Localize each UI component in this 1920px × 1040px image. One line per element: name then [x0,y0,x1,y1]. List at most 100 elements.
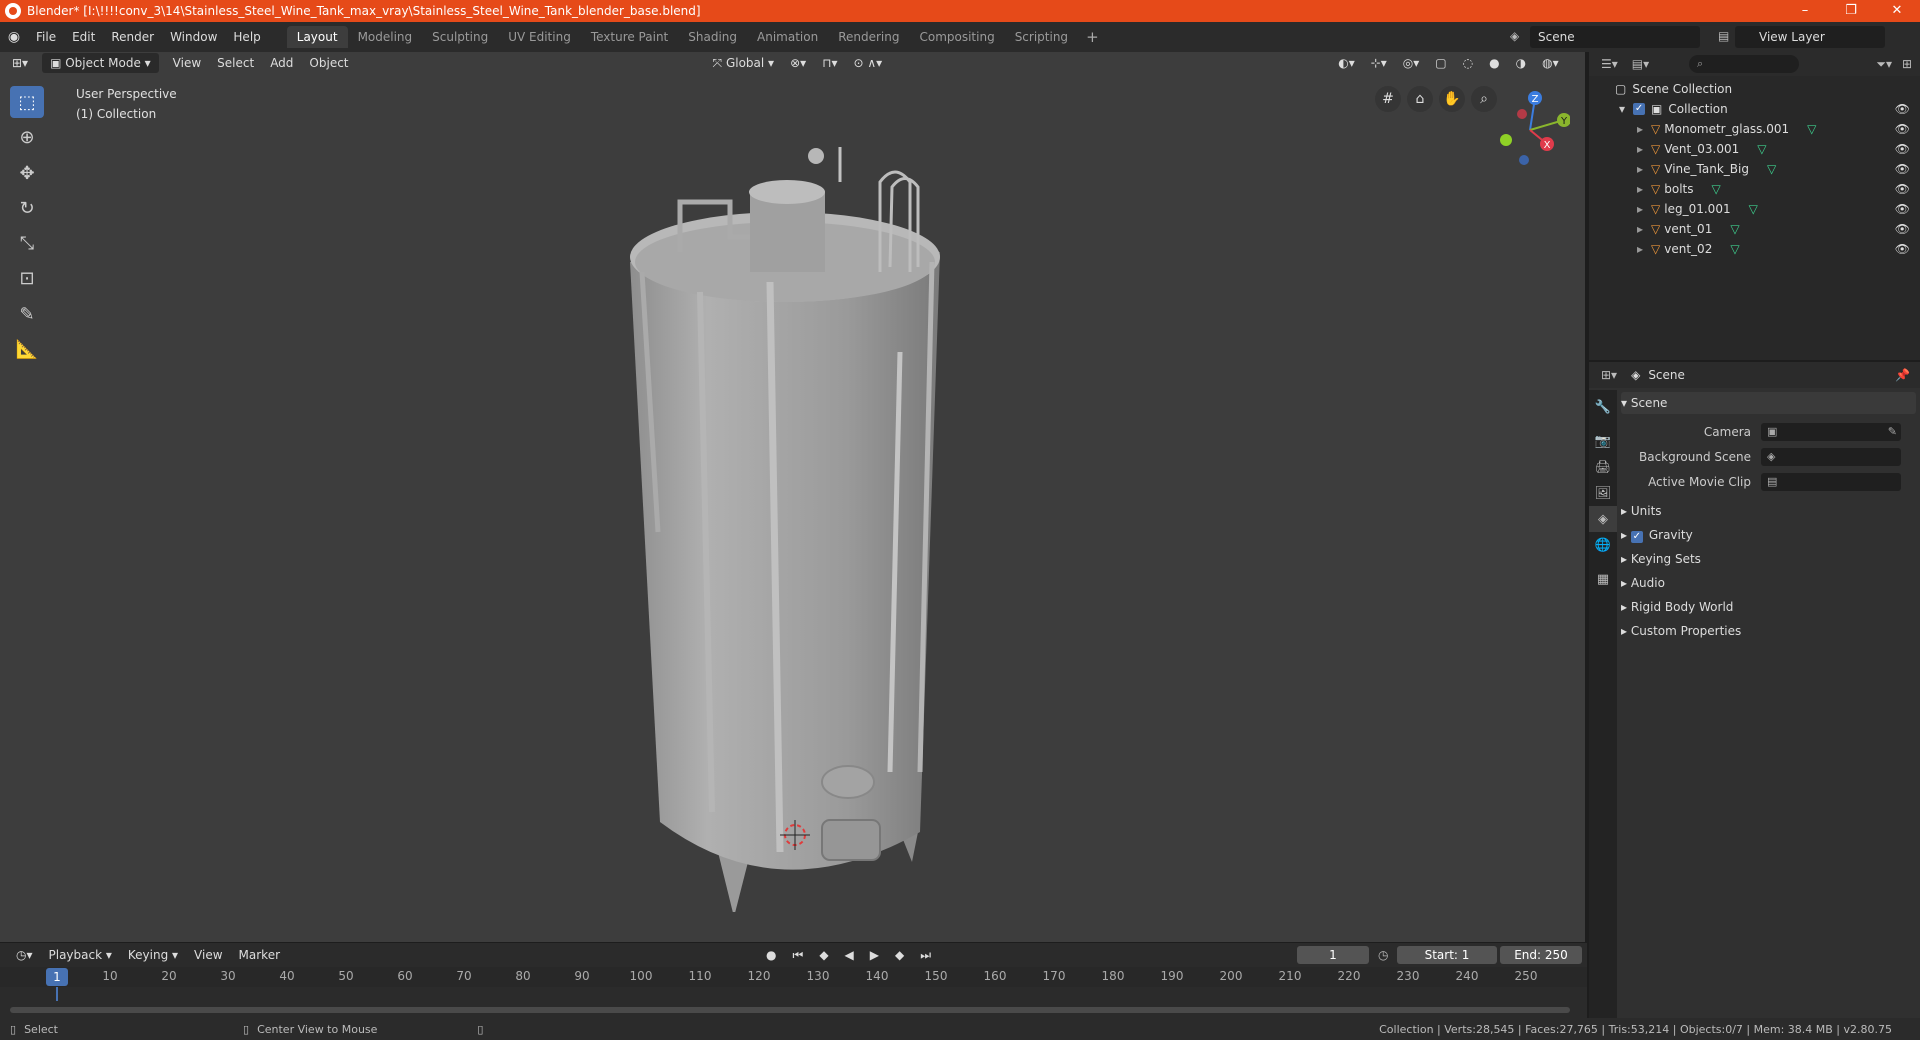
menu-window[interactable]: Window [162,22,225,52]
next-keyframe-icon[interactable]: ◆ [887,948,912,962]
preview-range-icon[interactable]: ◷ [1378,948,1388,962]
expand-arrow-icon[interactable]: ▸ [1637,162,1643,176]
shading-solid-icon[interactable]: ● [1481,53,1507,73]
timeline-editor-icon[interactable]: ◷▾ [8,948,41,962]
scene-section-header[interactable]: ▾ Scene [1621,392,1916,414]
eye-icon[interactable]: 👁 [1895,122,1910,136]
select-box-tool[interactable]: ⬚ [10,86,44,118]
menu-render[interactable]: Render [103,22,162,52]
keying-menu[interactable]: Keying ▾ [120,948,186,962]
frame-ruler[interactable]: 1 10 20 30 40 50 60 70 80 90 100 110 120… [0,967,1587,987]
gravity-section-header[interactable]: ▸ ✓ Gravity [1621,524,1916,546]
maximize-button[interactable]: ❐ [1828,0,1874,22]
tab-sculpting[interactable]: Sculpting [422,26,498,48]
outliner-scene-collection[interactable]: ▢ Scene Collection [1589,79,1920,99]
3d-viewport[interactable]: ⊞▾ ▣ Object Mode ▾ View Select Add Objec… [0,52,1587,942]
custom-properties-section-header[interactable]: ▸ Custom Properties [1621,620,1916,642]
expand-arrow-icon[interactable]: ▸ [1637,202,1643,216]
tool-tab-icon[interactable]: 🔧 [1589,394,1617,420]
cursor-tool[interactable]: ⊕ [10,121,44,153]
gizmo-toggle-icon[interactable]: ⊹▾ [1363,53,1395,73]
menu-file[interactable]: File [28,22,64,52]
tab-shading[interactable]: Shading [678,26,747,48]
menu-help[interactable]: Help [225,22,268,52]
start-frame-field[interactable]: Start: 1 [1397,946,1497,964]
expand-arrow-icon[interactable]: ▾ [1619,102,1625,116]
close-button[interactable]: ✕ [1874,0,1920,22]
outliner-item[interactable]: ▸ ▽ Vent_03.001 ▽ 👁 [1589,139,1920,159]
menu-view[interactable]: View [165,53,209,73]
measure-tool[interactable]: 📐 [10,333,44,365]
outliner-item[interactable]: ▸ ▽ leg_01.001 ▽ 👁 [1589,199,1920,219]
end-frame-field[interactable]: End: 250 [1500,946,1582,964]
gizmo-neg-z-icon[interactable] [1519,155,1529,165]
eye-icon[interactable]: 👁 [1895,222,1910,236]
texture-tab-icon[interactable]: ▦ [1589,566,1617,592]
world-tab-icon[interactable]: 🌐 [1589,532,1617,558]
units-section-header[interactable]: ▸ Units [1621,500,1916,522]
jump-start-icon[interactable]: ⏮ [785,948,812,963]
expand-arrow-icon[interactable]: ▸ [1637,142,1643,156]
properties-editor-icon[interactable]: ⊞▾ [1601,368,1617,382]
timeline-view-menu[interactable]: View [186,948,230,962]
eye-icon[interactable]: 👁 [1895,242,1910,256]
playback-menu[interactable]: Playback ▾ [41,948,120,962]
orientation-dropdown[interactable]: ⤧ Global ▾ [705,53,783,73]
scene-field[interactable]: Scene [1530,26,1700,48]
keying-sets-section-header[interactable]: ▸ Keying Sets [1621,548,1916,570]
current-frame-indicator[interactable]: 1 [46,968,68,986]
pin-icon[interactable]: 📌 [1895,368,1910,382]
record-icon[interactable]: ● [758,948,784,962]
collection-checkbox[interactable]: ✓ [1633,103,1646,115]
camera-view-icon[interactable]: ⌂ [1407,86,1433,112]
menu-edit[interactable]: Edit [64,22,103,52]
background-scene-field[interactable]: ◈ [1761,448,1901,466]
expand-arrow-icon[interactable]: ▸ [1637,122,1643,136]
playhead-line[interactable] [56,987,58,1001]
tab-animation[interactable]: Animation [747,26,828,48]
camera-field[interactable]: ▣ ✎ [1761,423,1901,441]
outliner-collection[interactable]: ▾ ✓ ▣ Collection 👁 [1589,99,1920,119]
current-frame-field[interactable]: 1 [1297,946,1369,964]
gizmo-neg-x-icon[interactable] [1517,109,1527,119]
pan-view-icon[interactable]: ✋ [1439,86,1465,112]
outliner-item[interactable]: ▸ ▽ Monometr_glass.001 ▽ 👁 [1589,119,1920,139]
shading-wireframe-icon[interactable]: ◌ [1455,53,1481,73]
play-reverse-icon[interactable]: ◀ [837,948,862,962]
snap-icon[interactable]: ⊓▾ [814,53,845,73]
play-icon[interactable]: ▶ [862,948,887,962]
prev-keyframe-icon[interactable]: ◆ [811,948,836,962]
rotate-tool[interactable]: ↻ [10,192,44,224]
eye-icon[interactable]: 👁 [1895,142,1910,156]
jump-end-icon[interactable]: ⏭ [912,948,939,963]
visibility-icon[interactable]: ◐▾ [1330,53,1363,73]
gizmo-neg-y-icon[interactable] [1500,134,1512,146]
xray-icon[interactable]: ▢ [1427,53,1454,73]
outliner-item[interactable]: ▸ ▽ bolts ▽ 👁 [1589,179,1920,199]
transform-tool[interactable]: ⊡ [10,262,44,294]
tab-scripting[interactable]: Scripting [1005,26,1078,48]
tab-texture-paint[interactable]: Texture Paint [581,26,678,48]
eye-icon[interactable]: 👁 [1895,162,1910,176]
eye-icon[interactable]: 👁 [1895,102,1910,116]
view-layer-icon[interactable]: ▤ [1718,29,1729,43]
tab-layout[interactable]: Layout [286,26,348,48]
grid-view-icon[interactable]: # [1375,86,1401,112]
scene-selector-icon[interactable]: ◈ [1510,29,1519,43]
view-layer-field[interactable]: View Layer [1735,26,1885,48]
filter-icon[interactable]: ⏷▾ [1876,57,1892,72]
outliner-item[interactable]: ▸ ▽ vent_01 ▽ 👁 [1589,219,1920,239]
menu-object[interactable]: Object [301,53,356,73]
move-tool[interactable]: ✥ [10,157,44,189]
pivot-icon[interactable]: ⊗▾ [782,53,814,73]
navigation-gizmo[interactable]: Z Y X [1490,86,1570,166]
new-collection-icon[interactable]: ⊞ [1902,57,1912,71]
expand-arrow-icon[interactable]: ▸ [1637,222,1643,236]
outliner-editor-icon[interactable]: ☰▾ [1601,57,1618,71]
display-mode-icon[interactable]: ▤▾ [1632,57,1649,71]
menu-add[interactable]: Add [262,53,301,73]
timeline-scrollbar[interactable] [10,1007,1570,1013]
minimize-button[interactable]: – [1782,0,1828,22]
tab-uv-editing[interactable]: UV Editing [498,26,581,48]
outliner-search-input[interactable]: ⌕ [1689,55,1799,73]
